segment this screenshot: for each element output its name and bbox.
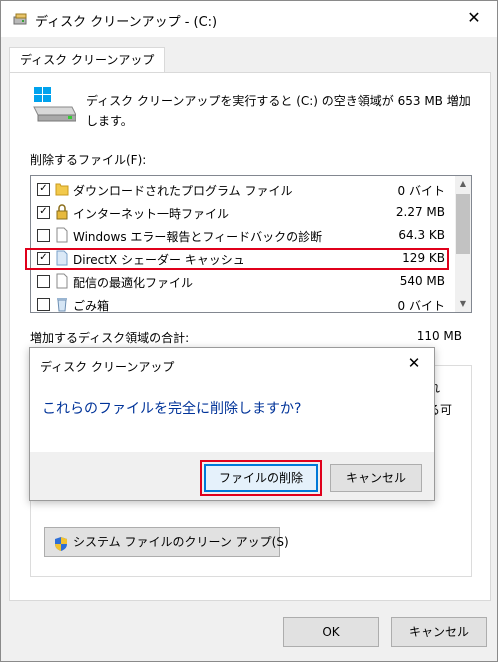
list-scrollbar[interactable]: ▲ ▼ [455,176,471,312]
total-space-label: 増加するディスク領域の合計: [30,331,190,345]
file-name: Windows エラー報告とフィードバックの診断 [73,230,323,244]
scroll-down-icon[interactable]: ▼ [455,296,471,312]
files-list[interactable]: ✓ ダウンロードされたプログラム ファイル 0 バイト ✓ インターネット一時フ… [30,175,472,313]
checkbox[interactable] [37,229,50,242]
file-name: ダウンロードされたプログラム ファイル [73,184,293,198]
selection-highlight [25,248,449,270]
dialog-title: ディスク クリーンアップ [40,360,175,374]
list-item[interactable]: ごみ箱 0 バイト [31,293,455,313]
checkbox[interactable] [37,275,50,288]
list-item[interactable]: Windows エラー報告とフィードバックの診断 64.3 KB [31,224,455,247]
file-name: 配信の最適化ファイル [73,276,194,290]
system-cleanup-button-label: システム ファイルのクリーン アップ(S) [73,535,289,549]
file-size: 0 バイト [397,299,445,313]
checkbox[interactable]: ✓ [37,206,50,219]
file-size: 64.3 KB [398,228,445,242]
window-close-icon[interactable]: ✕ [463,8,485,27]
files-to-delete-label: 削除するファイル(F): [30,153,147,167]
system-cleanup-button[interactable]: システム ファイルのクリーン アップ(S) [44,527,289,557]
file-size: 540 MB [399,274,445,288]
delete-files-button[interactable]: ファイルの削除 [204,464,318,492]
total-space-value: 110 MB [416,329,462,343]
dialog-footer: ファイルの削除 キャンセル [30,452,434,500]
confirm-delete-dialog: ディスク クリーンアップ ✕ これらのファイルを完全に削除しますか? ファイルの… [29,347,435,501]
lock-icon [55,204,69,220]
summary-line-1: ディスク クリーンアップを実行すると (C:) の空き領域が 653 MB 増加 [86,94,471,108]
checkbox[interactable] [37,298,50,311]
list-item[interactable]: ✓ インターネット一時ファイル 2.27 MB [31,201,455,224]
file-name: ごみ箱 [73,299,110,313]
shield-icon [53,534,69,562]
summary-line-2: します。 [86,114,133,128]
tab-panel: ディスク クリーンアップを実行すると (C:) の空き領域が 653 MB 増加… [9,72,491,601]
tab-disk-cleanup[interactable]: ディスク クリーンアップ [9,47,166,74]
file-size: 2.27 MB [395,205,445,219]
file-icon [55,227,69,243]
ok-button[interactable]: OK [283,617,379,647]
dialog-close-icon[interactable]: ✕ [404,354,424,372]
summary-text: ディスク クリーンアップを実行すると (C:) の空き領域が 653 MB 増加… [86,91,486,131]
window-title: ディスク クリーンアップ - (C:) [35,15,218,30]
scroll-thumb[interactable] [456,194,470,254]
list-item[interactable]: ✓ ダウンロードされたプログラム ファイル 0 バイト [31,178,455,201]
dialog-message: これらのファイルを完全に削除しますか? [42,401,302,417]
tab-strip: ディスク クリーンアップ [1,37,497,74]
disk-cleanup-icon [13,13,29,30]
recycle-bin-icon [55,296,69,312]
file-icon [55,273,69,289]
drive-icon [32,85,77,128]
file-size: 0 バイト [397,184,445,198]
disk-cleanup-window: ディスク クリーンアップ - (C:) ✕ ディスク クリーンアップ ディスク … [0,0,498,662]
dialog-cancel-button[interactable]: キャンセル [330,464,422,492]
checkbox[interactable]: ✓ [37,183,50,196]
title-bar: ディスク クリーンアップ - (C:) ✕ [1,1,497,37]
cancel-button[interactable]: キャンセル [391,617,487,647]
file-name: インターネット一時ファイル [73,207,230,221]
scroll-up-icon[interactable]: ▲ [455,176,471,192]
folder-icon [55,181,69,197]
list-item[interactable]: 配信の最適化ファイル 540 MB [31,270,455,293]
